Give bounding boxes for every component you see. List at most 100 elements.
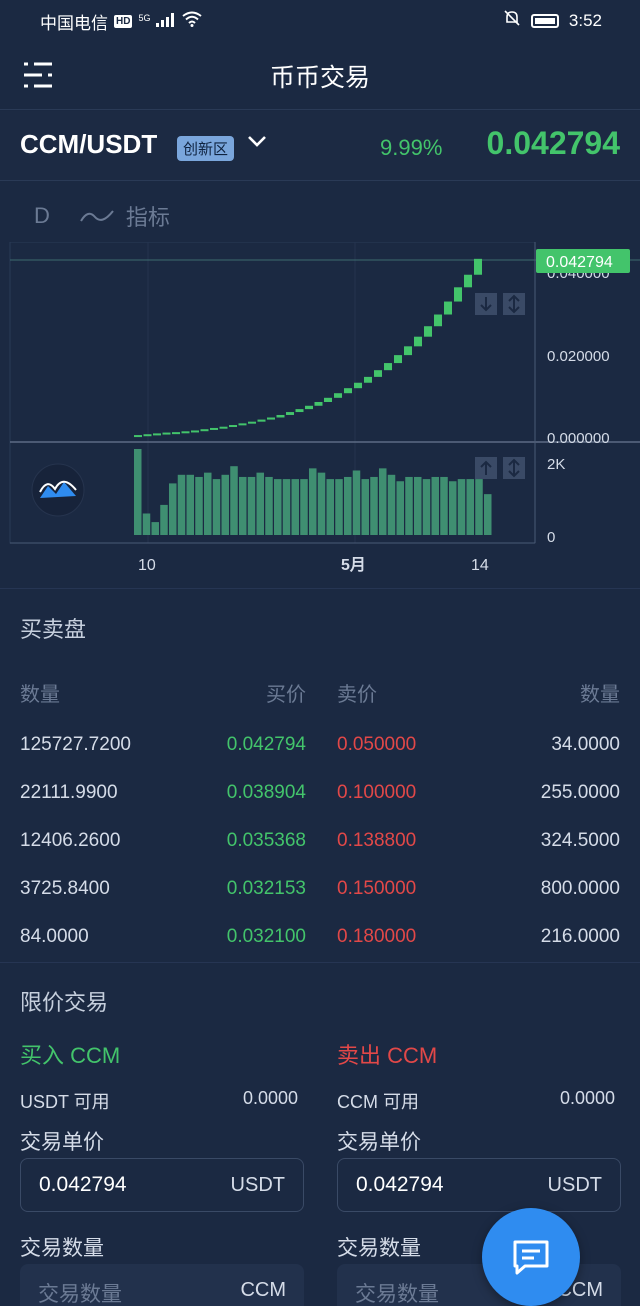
sell-available-value: 0.0000 bbox=[560, 1088, 616, 1108]
page-title: 币币交易 bbox=[269, 64, 370, 92]
buy-qty-unit: CCM bbox=[240, 1279, 286, 1301]
candle bbox=[344, 388, 352, 394]
x-tick: 10 bbox=[138, 557, 156, 574]
volume-bar bbox=[449, 481, 457, 535]
orderbook-row[interactable]: 3725.8400 0.032153 0.150000 800.0000 bbox=[0, 878, 640, 926]
chevron-down-icon[interactable] bbox=[246, 133, 268, 154]
candle bbox=[444, 301, 452, 315]
volume-bar bbox=[457, 479, 466, 535]
kline-chart-panel: D 指标 0.040000 0.020000 0.000000 0.042794… bbox=[0, 182, 640, 588]
volume-bar bbox=[422, 479, 431, 535]
buy-title: 买入 CCM bbox=[20, 1043, 121, 1068]
chat-button[interactable] bbox=[482, 1208, 580, 1306]
bid-price: 0.042794 bbox=[226, 734, 306, 755]
orderbook-row[interactable]: 12406.2600 0.035368 0.138800 324.5000 bbox=[0, 830, 640, 878]
buy-qty-input[interactable]: 交易数量 CCM bbox=[20, 1264, 304, 1306]
x-tick: 14 bbox=[471, 557, 489, 574]
candle bbox=[153, 433, 161, 436]
ask-qty: 800.0000 bbox=[540, 878, 620, 899]
volume-bar bbox=[256, 472, 264, 535]
candle bbox=[454, 287, 462, 302]
sell-qty-input[interactable]: 交易数量 CCM bbox=[337, 1264, 621, 1306]
ask-qty-header: 数量 bbox=[580, 684, 620, 706]
candle bbox=[200, 429, 209, 432]
bid-qty: 12406.2600 bbox=[20, 830, 121, 851]
hd-badge: HD bbox=[114, 15, 133, 28]
volume-bar bbox=[431, 476, 439, 535]
price-tick: 0.020000 bbox=[547, 348, 610, 365]
candle bbox=[267, 417, 275, 420]
limit-trade-title: 限价交易 bbox=[20, 990, 109, 1015]
volume-bar bbox=[221, 474, 229, 535]
candle bbox=[238, 423, 247, 426]
buy-available-label: USDT 可用 bbox=[20, 1092, 110, 1112]
status-bar: 中国电信 HD 5G 3:52 bbox=[0, 0, 640, 40]
volume-bar bbox=[212, 479, 221, 535]
scale-down-button[interactable] bbox=[475, 293, 497, 315]
volume-bar bbox=[396, 481, 404, 535]
bid-qty-header: 数量 bbox=[20, 684, 60, 706]
volume-bar bbox=[134, 449, 142, 535]
ask-price-header: 卖价 bbox=[337, 684, 377, 706]
orderbook-row[interactable]: 22111.9900 0.038904 0.100000 255.0000 bbox=[0, 782, 640, 830]
ask-qty: 34.0000 bbox=[551, 734, 620, 755]
chat-icon bbox=[513, 1240, 549, 1275]
ask-price: 0.138800 bbox=[337, 830, 417, 851]
candle bbox=[334, 393, 342, 398]
candle bbox=[276, 414, 285, 418]
candle bbox=[394, 355, 402, 364]
candle bbox=[143, 434, 152, 437]
candle bbox=[434, 314, 442, 327]
volume-scale-up-button[interactable] bbox=[475, 457, 497, 479]
bid-qty: 125727.7200 bbox=[20, 734, 131, 755]
kline-chart[interactable]: 0.040000 0.020000 0.000000 0.042794 2K 0… bbox=[0, 242, 640, 588]
candle bbox=[286, 412, 294, 415]
candle bbox=[305, 405, 313, 410]
volume-bar bbox=[344, 476, 352, 535]
volume-bar bbox=[352, 470, 361, 535]
scale-expand-button[interactable] bbox=[503, 293, 525, 315]
volume-bar bbox=[335, 479, 343, 535]
volume-bar bbox=[475, 479, 483, 535]
candle bbox=[314, 402, 323, 406]
volume-bar bbox=[405, 476, 413, 535]
volume-bar bbox=[317, 472, 326, 535]
price-tick: 0.000000 bbox=[547, 430, 610, 447]
volume-bar bbox=[274, 479, 282, 535]
bid-price: 0.032153 bbox=[226, 878, 306, 899]
change-percent: 9.99% bbox=[380, 135, 443, 160]
volume-group bbox=[134, 449, 492, 535]
ask-price: 0.050000 bbox=[337, 734, 417, 755]
signal-icon bbox=[156, 12, 176, 32]
candle bbox=[229, 425, 237, 428]
candle bbox=[424, 326, 432, 337]
buy-price-value: 0.042794 bbox=[39, 1173, 127, 1196]
buy-price-input[interactable]: 0.042794 USDT bbox=[20, 1158, 304, 1212]
volume-scale-expand-button[interactable] bbox=[503, 457, 525, 479]
buy-qty-label: 交易数量 bbox=[20, 1237, 104, 1260]
volume-bar bbox=[142, 513, 151, 535]
volume-bar bbox=[300, 479, 308, 535]
sell-price-input[interactable]: 0.042794 USDT bbox=[337, 1158, 621, 1212]
interval-tab[interactable]: D bbox=[34, 203, 50, 229]
volume-tick: 2K bbox=[547, 456, 565, 473]
orderbook-row[interactable]: 84.0000 0.032100 0.180000 216.0000 bbox=[0, 926, 640, 974]
indicator-tab[interactable]: 指标 bbox=[80, 200, 170, 232]
candle bbox=[474, 258, 482, 275]
candle bbox=[384, 363, 392, 371]
bid-price: 0.038904 bbox=[226, 782, 306, 803]
ask-qty: 324.5000 bbox=[540, 830, 620, 851]
candle bbox=[354, 382, 362, 389]
orderbook-row[interactable]: 125727.7200 0.042794 0.050000 34.0000 bbox=[0, 734, 640, 782]
sell-qty-label: 交易数量 bbox=[337, 1237, 421, 1260]
buy-price-unit: USDT bbox=[230, 1174, 285, 1196]
pair-header[interactable]: CCM/USDT 创新区 9.99% 0.042794 bbox=[0, 111, 640, 181]
volume-bar bbox=[370, 476, 378, 535]
candle bbox=[464, 274, 472, 288]
pair-name[interactable]: CCM/USDT bbox=[20, 129, 157, 160]
volume-bar bbox=[387, 474, 396, 535]
volume-bar bbox=[247, 476, 256, 535]
volume-bar bbox=[291, 479, 299, 535]
volume-bar bbox=[239, 476, 247, 535]
zone-badge: 创新区 bbox=[177, 136, 235, 161]
